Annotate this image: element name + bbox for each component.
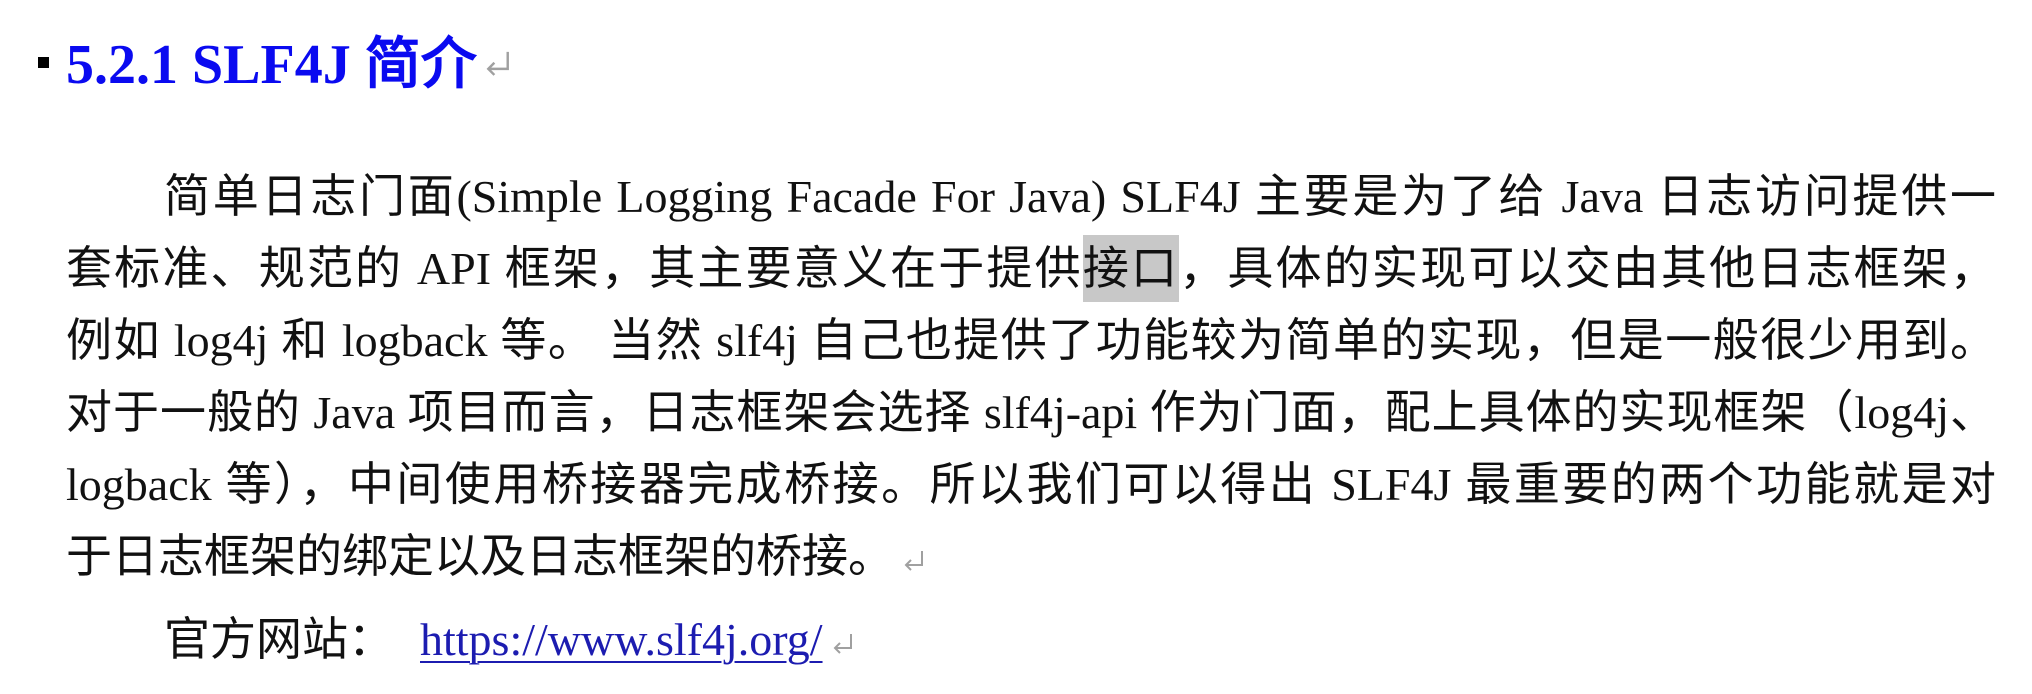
website-link[interactable]: https://www.slf4j.org/ (420, 614, 823, 665)
selected-text: 接口 (1082, 235, 1180, 302)
paragraph-line: 简单日志门面(Simple Logging Facade For Java) S… (164, 171, 1996, 222)
paragraph-text: 套标准、规范的 API 框架，其主要意义在于提供 (66, 243, 1083, 294)
paragraph-mark-icon (904, 551, 923, 572)
paragraph-line: logback 等），中间使用桥接器完成桥接。所以我们可以得出 SLF4J 最重… (66, 459, 1996, 510)
section-heading: 5.2.1 SLF4J 简介 (66, 24, 515, 106)
website-line: 官方网站： https://www.slf4j.org/ (164, 604, 857, 676)
intro-paragraph: 简单日志门面(Simple Logging Facade For Java) S… (66, 161, 1996, 593)
website-label: 官方网站： (164, 614, 394, 665)
section-heading-text: 5.2.1 SLF4J 简介 (66, 34, 477, 96)
paragraph-line: 套标准、规范的 API 框架，其主要意义在于提供接口，具体的实现可以交由其他日志… (66, 233, 1996, 305)
square-bullet-icon (38, 57, 49, 68)
paragraph-text: 于日志框架的绑定以及日志框架的桥接。 (66, 531, 894, 582)
paragraph-line: 例如 log4j 和 logback 等。 当然 slf4j 自己也提供了功能较… (66, 315, 1996, 366)
paragraph-line: 于日志框架的绑定以及日志框架的桥接。 (66, 521, 1996, 593)
paragraph-mark-icon (486, 51, 509, 76)
paragraph-text: ，具体的实现可以交由其他日志框架， (1179, 243, 1997, 294)
paragraph-line: 对于一般的 Java 项目而言，日志框架会选择 slf4j-api 作为门面，配… (66, 387, 1996, 438)
paragraph-mark-icon (833, 634, 852, 655)
